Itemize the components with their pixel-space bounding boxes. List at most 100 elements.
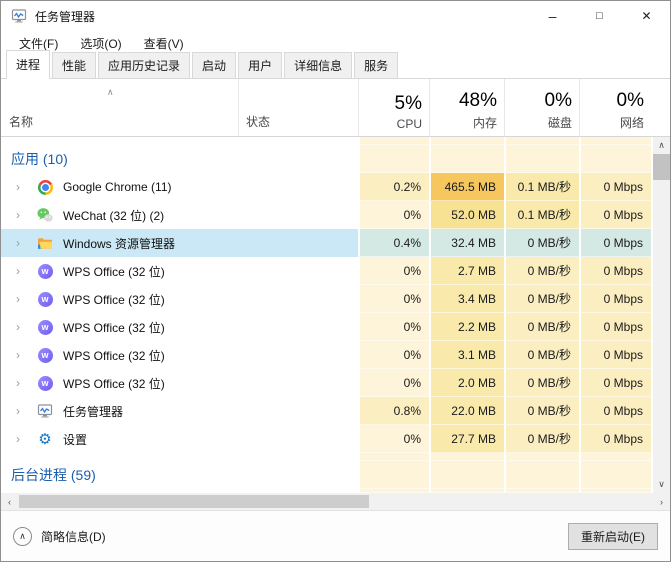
process-row[interactable]: ›wWPS Office (32 位)0%2.0 MB0 MB/秒0 Mbps <box>1 369 651 397</box>
expand-chevron-icon[interactable]: › <box>11 348 25 362</box>
process-row[interactable]: ›WeChat (32 位) (2)0%52.0 MB0.1 MB/秒0 Mbp… <box>1 201 651 229</box>
column-metric-网络[interactable]: 0% 网络 <box>579 79 651 136</box>
status-cell <box>238 201 358 229</box>
fewer-details-label: 简略信息(D) <box>41 528 106 545</box>
network-cell <box>579 137 651 145</box>
section-header-row[interactable]: 应用 (10) <box>1 145 651 173</box>
memory-cell <box>429 453 504 461</box>
disk-cell <box>504 137 579 145</box>
wps-icon: w <box>37 347 53 363</box>
memory-cell: 52.0 MB <box>429 201 504 229</box>
tab-6[interactable]: 服务 <box>354 52 398 79</box>
process-list: 应用 (10)›Google Chrome (11)0.2%465.5 MB0.… <box>1 137 670 493</box>
task-manager-app-icon <box>11 8 27 24</box>
process-row[interactable]: ›Google Chrome (11)0.2%465.5 MB0.1 MB/秒0… <box>1 173 651 201</box>
metric-label: 内存 <box>473 114 497 131</box>
cpu-cell: 0.4% <box>358 229 429 257</box>
tab-0[interactable]: 进程 <box>6 50 50 79</box>
disk-cell <box>504 461 579 489</box>
cpu-cell <box>358 137 429 145</box>
wps-icon: w <box>37 291 53 307</box>
tab-5[interactable]: 详细信息 <box>284 52 352 79</box>
network-cell: 0 Mbps <box>579 369 651 397</box>
process-row[interactable]: ›wWPS Office (32 位)0%3.4 MB0 MB/秒0 Mbps <box>1 285 651 313</box>
cpu-cell <box>358 461 429 489</box>
process-row[interactable]: ›wWPS Office (32 位)0%2.2 MB0 MB/秒0 Mbps <box>1 313 651 341</box>
metric-label: 磁盘 <box>548 114 572 131</box>
process-name: 设置 <box>63 431 87 448</box>
fewer-details-toggle[interactable]: ∧ 简略信息(D) <box>13 527 106 546</box>
process-name: Windows 资源管理器 <box>63 235 175 252</box>
process-name: WPS Office (32 位) <box>63 291 165 308</box>
expand-chevron-icon[interactable]: › <box>11 264 25 278</box>
section-header-row[interactable]: 后台进程 (59) <box>1 461 651 489</box>
process-row[interactable]: ›Windows 资源管理器0.4%32.4 MB0 MB/秒0 Mbps <box>1 229 651 257</box>
metric-value: 0% <box>617 90 644 112</box>
scroll-down-icon[interactable]: ∨ <box>653 476 670 493</box>
disk-cell: 0 MB/秒 <box>504 285 579 313</box>
process-row[interactable]: ›⚙设置0%27.7 MB0 MB/秒0 Mbps <box>1 425 651 453</box>
network-cell: 0 Mbps <box>579 257 651 285</box>
settings-gear-icon: ⚙ <box>37 431 53 447</box>
scroll-left-icon[interactable]: ‹ <box>1 493 18 510</box>
expand-chevron-icon[interactable]: › <box>11 376 25 390</box>
cpu-cell: 0% <box>358 285 429 313</box>
network-cell: 0 Mbps <box>579 173 651 201</box>
vertical-scrollbar[interactable]: ∧ ∨ <box>653 137 670 493</box>
horizontal-scrollbar[interactable]: ‹ › <box>1 493 670 510</box>
column-metric-内存[interactable]: 48% 内存 <box>429 79 504 136</box>
memory-cell: 22.0 MB <box>429 397 504 425</box>
memory-cell: 2.0 MB <box>429 369 504 397</box>
memory-cell: 2.2 MB <box>429 313 504 341</box>
tab-3[interactable]: 启动 <box>192 52 236 79</box>
expand-chevron-icon[interactable]: › <box>11 432 25 446</box>
network-cell: 0 Mbps <box>579 341 651 369</box>
cpu-cell <box>358 453 429 461</box>
cpu-cell <box>358 145 429 173</box>
disk-cell <box>504 453 579 461</box>
expand-chevron-icon[interactable]: › <box>11 208 25 222</box>
expand-chevron-icon[interactable]: › <box>11 292 25 306</box>
memory-cell <box>429 461 504 489</box>
column-status[interactable]: 状态 <box>238 79 358 136</box>
vertical-scroll-thumb[interactable] <box>653 154 670 180</box>
horizontal-scroll-thumb[interactable] <box>19 495 369 508</box>
maximize-button[interactable]: □ <box>576 1 623 31</box>
network-cell <box>579 145 651 173</box>
chrome-icon <box>37 179 53 195</box>
process-row[interactable]: ›任务管理器0.8%22.0 MB0 MB/秒0 Mbps <box>1 397 651 425</box>
tab-1[interactable]: 性能 <box>52 52 96 79</box>
minimize-button[interactable]: – <box>529 1 576 31</box>
tab-4[interactable]: 用户 <box>238 52 282 79</box>
process-row[interactable]: ›wWPS Office (32 位)0%2.7 MB0 MB/秒0 Mbps <box>1 257 651 285</box>
scroll-right-icon[interactable]: › <box>653 493 670 510</box>
cpu-cell: 0% <box>358 201 429 229</box>
disk-cell: 0.1 MB/秒 <box>504 201 579 229</box>
window-controls: – □ ✕ <box>529 1 670 31</box>
column-name[interactable]: 名称 <box>1 79 238 136</box>
status-cell <box>238 285 358 313</box>
close-button[interactable]: ✕ <box>623 1 670 31</box>
network-cell: 0 Mbps <box>579 229 651 257</box>
metric-value: 5% <box>395 93 422 115</box>
memory-cell: 3.1 MB <box>429 341 504 369</box>
restart-button[interactable]: 重新启动(E) <box>568 523 658 550</box>
network-cell <box>579 453 651 461</box>
cpu-cell: 0.8% <box>358 397 429 425</box>
column-metric-磁盘[interactable]: 0% 磁盘 <box>504 79 579 136</box>
column-metric-CPU[interactable]: 5% CPU <box>358 79 429 136</box>
network-cell: 0 Mbps <box>579 425 651 453</box>
cpu-cell: 0% <box>358 313 429 341</box>
process-row[interactable]: ›wWPS Office (32 位)0%3.1 MB0 MB/秒0 Mbps <box>1 341 651 369</box>
wps-icon: w <box>37 375 53 391</box>
disk-cell: 0 MB/秒 <box>504 425 579 453</box>
expand-chevron-icon[interactable]: › <box>11 180 25 194</box>
cpu-cell: 0% <box>358 425 429 453</box>
scroll-up-icon[interactable]: ∧ <box>653 137 670 154</box>
tab-2[interactable]: 应用历史记录 <box>98 52 190 79</box>
expand-chevron-icon[interactable]: › <box>11 236 25 250</box>
expand-chevron-icon[interactable]: › <box>11 404 25 418</box>
network-cell: 0 Mbps <box>579 285 651 313</box>
expand-chevron-icon[interactable]: › <box>11 320 25 334</box>
filler-row <box>1 137 651 145</box>
